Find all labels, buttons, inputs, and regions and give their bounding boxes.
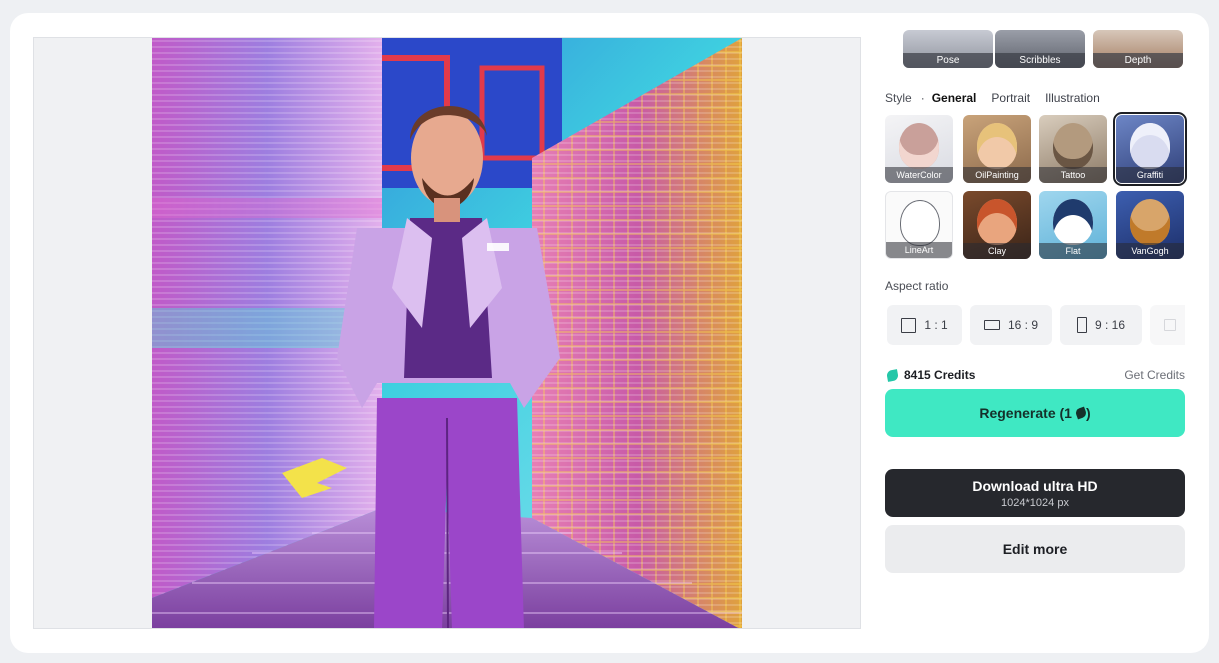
aspect-more-button[interactable] <box>1150 305 1185 345</box>
tab-illustration[interactable]: Illustration <box>1045 91 1100 105</box>
aspect-1-1-button[interactable]: 1 : 1 <box>887 305 962 345</box>
style-tattoo[interactable]: Tattoo <box>1039 115 1107 183</box>
generated-image[interactable] <box>152 38 742 628</box>
aspect-more-icon <box>1164 319 1176 331</box>
portrait-icon <box>1076 317 1087 333</box>
style-vangogh-label: VanGogh <box>1116 243 1184 259</box>
regenerate-label-close: ) <box>1085 405 1091 421</box>
download-ultra-hd-button[interactable]: Download ultra HD 1024*1024 px <box>885 469 1185 517</box>
square-icon <box>901 317 917 333</box>
style-clay[interactable]: Clay <box>963 191 1031 259</box>
download-size: 1024*1024 px <box>1001 497 1069 509</box>
tab-general[interactable]: General <box>932 91 977 105</box>
style-header: Style · General Portrait Illustration <box>885 90 1115 106</box>
style-lineart-label: LineArt <box>886 242 952 258</box>
aspect-ratio-row: 1 : 1 16 : 9 9 : 16 <box>885 305 1185 345</box>
aspect-16-9-button[interactable]: 16 : 9 <box>970 305 1052 345</box>
credits-amount: 8415 Credits <box>904 368 976 382</box>
style-graffiti-thumb <box>1130 123 1170 169</box>
style-title: Style <box>885 91 912 105</box>
style-tattoo-thumb <box>1053 123 1093 169</box>
control-scribbles[interactable]: Scribbles <box>995 30 1085 68</box>
regenerate-button[interactable]: Regenerate (1 ) <box>885 389 1185 437</box>
get-credits-link[interactable]: Get Credits <box>1124 368 1185 382</box>
style-separator: · <box>920 91 925 105</box>
style-tattoo-label: Tattoo <box>1039 167 1107 183</box>
aspect-1-1-label: 1 : 1 <box>924 318 948 332</box>
aspect-9-16-button[interactable]: 9 : 16 <box>1060 305 1142 345</box>
style-graffiti-label: Graffiti <box>1116 167 1184 183</box>
landscape-icon <box>983 320 1000 330</box>
control-scribbles-label: Scribbles <box>995 53 1085 68</box>
aspect-9-16-label: 9 : 16 <box>1094 318 1126 332</box>
control-depth-label: Depth <box>1093 53 1183 68</box>
regenerate-label: Regenerate (1 <box>979 405 1072 421</box>
edit-more-button[interactable]: Edit more <box>885 525 1185 573</box>
credits-row: 8415 Credits Get Credits <box>885 368 1185 384</box>
credit-leaf-icon <box>886 368 899 382</box>
style-watercolor-label: WaterColor <box>885 167 953 183</box>
aspect-16-9-label: 16 : 9 <box>1007 318 1039 332</box>
style-watercolor[interactable]: WaterColor <box>885 115 953 183</box>
style-oilpainting[interactable]: OilPainting <box>963 115 1031 183</box>
control-mode-row: Pose Scribbles Depth <box>885 30 1185 68</box>
style-clay-label: Clay <box>963 243 1031 259</box>
style-flat-label: Flat <box>1039 243 1107 259</box>
style-flat[interactable]: Flat <box>1039 191 1107 259</box>
style-graffiti[interactable]: Graffiti <box>1113 112 1187 186</box>
tab-portrait[interactable]: Portrait <box>991 91 1030 105</box>
style-vangogh-thumb <box>1130 199 1170 245</box>
style-flat-thumb <box>1053 199 1093 245</box>
control-depth[interactable]: Depth <box>1093 30 1183 68</box>
preview-canvas <box>33 37 861 629</box>
control-pose[interactable]: Pose <box>903 30 993 68</box>
download-label: Download ultra HD <box>972 478 1098 494</box>
style-watercolor-thumb <box>899 123 939 169</box>
control-pose-label: Pose <box>903 53 993 68</box>
style-lineart-thumb <box>900 200 940 246</box>
style-vangogh[interactable]: VanGogh <box>1116 191 1184 259</box>
style-clay-thumb <box>977 199 1017 245</box>
style-lineart[interactable]: LineArt <box>885 191 953 259</box>
style-oilpainting-label: OilPainting <box>963 167 1031 183</box>
credits-balance: 8415 Credits <box>886 368 976 382</box>
aspect-ratio-title: Aspect ratio <box>885 279 949 293</box>
style-oilpainting-thumb <box>977 123 1017 169</box>
